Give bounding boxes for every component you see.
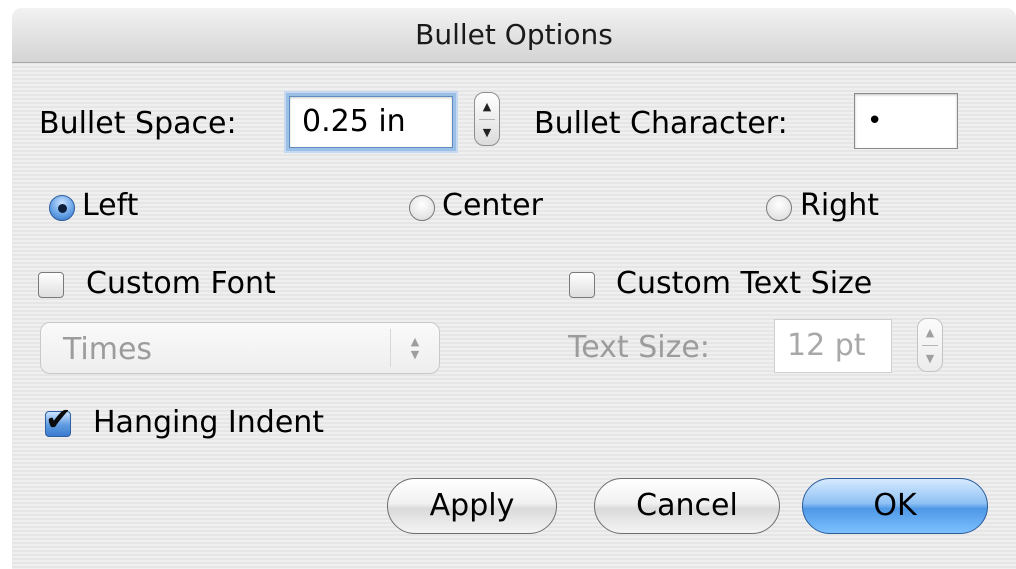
popup-down-arrow-icon: ▼ — [410, 348, 420, 361]
radio-left-label[interactable]: Left — [82, 188, 138, 223]
stepper-up-icon[interactable]: ▲ — [475, 93, 499, 119]
bullet-character-label: Bullet Character: — [534, 106, 788, 141]
checkmark-icon: ✔ — [45, 400, 72, 438]
text-size-input[interactable]: 12 pt — [774, 319, 892, 373]
bullet-space-stepper[interactable]: ▲ ▼ — [474, 92, 500, 146]
stepper-up-icon[interactable]: ▲ — [918, 319, 942, 345]
custom-text-size-checkbox[interactable] — [569, 272, 595, 298]
bullet-space-input[interactable]: 0.25 in — [289, 96, 453, 148]
custom-font-label[interactable]: Custom Font — [86, 266, 276, 301]
custom-text-size-label[interactable]: Custom Text Size — [616, 266, 872, 301]
radio-selected-dot — [58, 204, 67, 213]
ok-button[interactable]: OK — [802, 478, 988, 534]
custom-font-checkbox[interactable] — [38, 272, 64, 298]
text-size-stepper[interactable]: ▲ ▼ — [917, 318, 943, 372]
font-popup[interactable]: Times ▲ ▼ — [40, 322, 440, 374]
popup-arrows-icon: ▲ ▼ — [391, 323, 439, 373]
radio-center[interactable] — [409, 195, 435, 221]
stepper-down-icon[interactable]: ▼ — [918, 345, 942, 371]
text-size-label: Text Size: — [568, 330, 710, 365]
cancel-button[interactable]: Cancel — [594, 478, 780, 534]
hanging-indent-checkbox[interactable]: ✔ — [45, 403, 72, 437]
radio-right[interactable] — [766, 195, 792, 221]
bullet-options-dialog: Bullet Options Bullet Space: 0.25 in ▲ ▼… — [12, 8, 1016, 569]
apply-button[interactable]: Apply — [387, 478, 557, 534]
bullet-character-input[interactable]: • — [854, 93, 958, 149]
dialog-title: Bullet Options — [415, 18, 613, 51]
radio-center-label[interactable]: Center — [442, 188, 543, 223]
bullet-space-label: Bullet Space: — [39, 106, 237, 141]
hanging-indent-label[interactable]: Hanging Indent — [93, 405, 324, 440]
stepper-down-icon[interactable]: ▼ — [475, 119, 499, 145]
popup-up-arrow-icon: ▲ — [410, 335, 420, 348]
dialog-titlebar[interactable]: Bullet Options — [12, 8, 1016, 63]
radio-left[interactable] — [49, 195, 75, 221]
radio-right-label[interactable]: Right — [800, 188, 879, 223]
font-popup-value: Times — [63, 332, 153, 367]
